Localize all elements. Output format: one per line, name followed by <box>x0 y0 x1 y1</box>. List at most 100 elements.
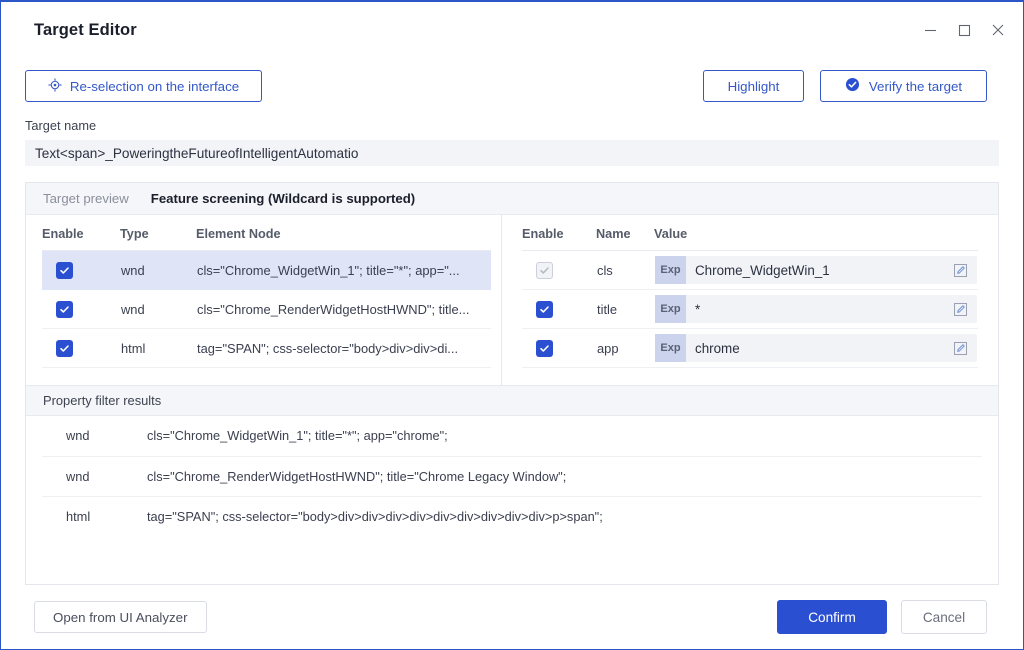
table-row[interactable]: wnd cls="Chrome_WidgetWin_1"; title="*";… <box>42 250 491 290</box>
result-desc-cell: cls="Chrome_WidgetWin_1"; title="*"; app… <box>146 416 982 457</box>
result-type-cell: wnd <box>42 416 146 457</box>
property-filter-results-title: Property filter results <box>43 393 162 408</box>
property-table: Enable Name Value cls Exp Chrome_WidgetW… <box>522 227 978 368</box>
feature-panel: Target preview Feature screening (Wildca… <box>25 182 999 585</box>
row-name-cell: title <box>596 289 654 329</box>
target-name-block: Target name Text<span>_PoweringtheFuture… <box>1 114 1023 166</box>
column-header-enable: Enable <box>42 227 120 251</box>
table-row[interactable]: app Exp chrome <box>522 328 978 368</box>
table-row[interactable]: wnd cls="Chrome_RenderWidgetHostHWND"; t… <box>42 289 491 329</box>
exp-badge: Exp <box>655 256 686 284</box>
edit-icon[interactable] <box>953 263 971 278</box>
value-text: Chrome_WidgetWin_1 <box>695 262 830 278</box>
value-field[interactable]: Exp chrome <box>655 334 977 362</box>
property-filter-results-header: Property filter results <box>26 385 998 416</box>
close-icon[interactable] <box>981 15 1015 45</box>
tab-target-preview[interactable]: Target preview <box>43 183 129 214</box>
panel-split: Enable Type Element Node wnd cls="Chrome… <box>26 215 998 385</box>
edit-icon[interactable] <box>953 302 971 317</box>
cancel-button-label: Cancel <box>922 609 966 625</box>
highlight-button-label: Highlight <box>727 78 780 94</box>
column-header-value: Value <box>654 227 978 251</box>
result-desc-cell: tag="SPAN"; css-selector="body>div>div>d… <box>147 508 603 524</box>
row-node-cell: tag="SPAN"; css-selector="body>div>div>d… <box>196 328 491 368</box>
row-node-cell: cls="Chrome_WidgetWin_1"; title="*"; app… <box>196 250 491 290</box>
row-node-cell: cls="Chrome_RenderWidgetHostHWND"; title… <box>196 289 491 329</box>
value-field[interactable]: Exp Chrome_WidgetWin_1 <box>655 256 977 284</box>
property-filter-results-table: wnd cls="Chrome_WidgetWin_1"; title="*";… <box>42 416 982 536</box>
property-filter-results-body: wnd cls="Chrome_WidgetWin_1"; title="*";… <box>26 416 998 584</box>
column-header-enable: Enable <box>522 227 596 251</box>
checkbox-enable[interactable] <box>536 300 553 318</box>
row-name-cell: app <box>596 328 654 368</box>
footer-bar: Open from UI Analyzer Confirm Cancel <box>1 585 1023 649</box>
row-value-cell: Exp chrome <box>654 328 978 368</box>
target-editor-window: Target Editor Re-selection on the interf… <box>0 0 1024 650</box>
exp-badge: Exp <box>655 334 686 362</box>
table-row[interactable]: html tag="SPAN"; css-selector="body>div>… <box>42 328 491 368</box>
table-row: html tag="SPAN"; css-selector="body>div>… <box>42 496 982 536</box>
value-field[interactable]: Exp * <box>655 295 977 323</box>
row-type-cell: wnd <box>120 250 196 290</box>
row-enable-cell <box>522 328 596 368</box>
column-header-element-node: Element Node <box>196 227 491 251</box>
table-row: wnd cls="Chrome_WidgetWin_1"; title="*";… <box>42 416 982 457</box>
verify-button-label: Verify the target <box>868 78 963 94</box>
checkbox-enable[interactable] <box>56 339 73 357</box>
verify-target-button[interactable]: Verify the target <box>820 70 987 102</box>
edit-icon[interactable] <box>953 341 971 356</box>
row-type-cell: wnd <box>120 289 196 329</box>
row-value-cell: Exp * <box>654 289 978 329</box>
row-enable-cell <box>42 250 120 290</box>
row-enable-cell <box>42 328 120 368</box>
row-enable-cell <box>42 289 120 329</box>
action-toolbar: Re-selection on the interface Highlight … <box>1 58 1023 114</box>
table-header-row: Enable Type Element Node <box>42 227 491 251</box>
confirm-button-label: Confirm <box>808 609 856 625</box>
row-enable-cell <box>522 289 596 329</box>
check-circle-icon <box>845 77 860 95</box>
window-controls <box>913 15 1015 45</box>
crosshair-icon <box>48 77 62 95</box>
row-enable-cell <box>522 250 596 290</box>
checkbox-enable[interactable] <box>56 300 73 318</box>
checkbox-enable-disabled <box>536 261 553 279</box>
table-header-row: Enable Name Value <box>522 227 978 251</box>
column-header-type: Type <box>120 227 196 251</box>
page-title: Target Editor <box>34 20 137 39</box>
row-name-cell: cls <box>596 250 654 290</box>
footer-action-group: Confirm Cancel <box>777 600 987 634</box>
element-node-table: Enable Type Element Node wnd cls="Chrome… <box>42 227 491 368</box>
open-analyzer-label: Open from UI Analyzer <box>53 609 188 625</box>
highlight-button[interactable]: Highlight <box>703 70 804 102</box>
checkbox-enable[interactable] <box>536 339 553 357</box>
panel-tabs: Target preview Feature screening (Wildca… <box>26 183 998 215</box>
table-row[interactable]: cls Exp Chrome_WidgetWin_1 <box>522 250 978 290</box>
reselect-button-label: Re-selection on the interface <box>69 78 240 94</box>
minimize-icon[interactable] <box>913 15 947 45</box>
table-row[interactable]: title Exp * <box>522 289 978 329</box>
open-from-ui-analyzer-button[interactable]: Open from UI Analyzer <box>34 601 207 633</box>
tab-feature-screening[interactable]: Feature screening (Wildcard is supported… <box>151 183 415 214</box>
value-text: * <box>695 301 701 317</box>
result-type-cell: html <box>66 508 91 524</box>
right-action-group: Highlight Verify the target <box>703 70 987 102</box>
element-node-panel: Enable Type Element Node wnd cls="Chrome… <box>26 215 502 385</box>
checkbox-enable[interactable] <box>56 261 73 279</box>
title-bar: Target Editor <box>1 2 1023 58</box>
row-type-cell: html <box>120 328 196 368</box>
maximize-icon[interactable] <box>947 15 981 45</box>
target-name-label: Target name <box>25 118 97 133</box>
target-name-input[interactable]: Text<span>_PoweringtheFutureofIntelligen… <box>25 140 999 166</box>
value-text: chrome <box>695 340 740 356</box>
cancel-button[interactable]: Cancel <box>901 600 987 634</box>
result-desc-cell: cls="Chrome_RenderWidgetHostHWND"; title… <box>146 456 982 497</box>
table-row: wnd cls="Chrome_RenderWidgetHostHWND"; t… <box>42 456 982 497</box>
exp-badge: Exp <box>655 295 686 323</box>
reselect-on-interface-button[interactable]: Re-selection on the interface <box>25 70 262 102</box>
confirm-button[interactable]: Confirm <box>777 600 887 634</box>
result-type-cell: wnd <box>42 456 146 497</box>
column-header-name: Name <box>596 227 654 251</box>
row-value-cell: Exp Chrome_WidgetWin_1 <box>654 250 978 290</box>
property-panel: Enable Name Value cls Exp Chrome_WidgetW… <box>502 215 998 385</box>
